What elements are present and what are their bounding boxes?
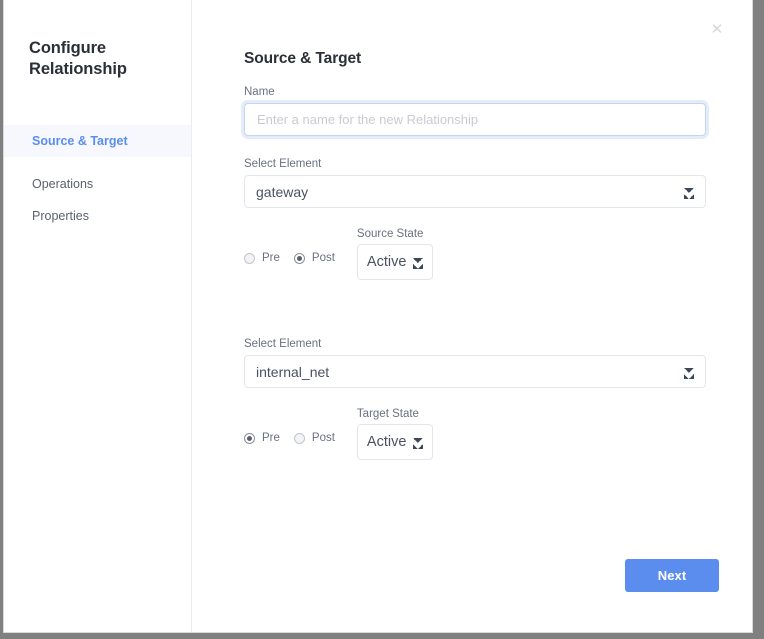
page-title: Source & Target bbox=[244, 50, 362, 67]
radio-circle-icon bbox=[293, 432, 305, 444]
source-element-label: Select Element bbox=[244, 158, 322, 170]
radio-circle-icon bbox=[293, 252, 305, 264]
target-state-label: Target State bbox=[356, 408, 419, 420]
relationship-form: Name Select Element gateway Pre bbox=[244, 86, 706, 460]
target-radio-pre-label: Pre bbox=[262, 432, 280, 444]
target-state-select[interactable]: Active bbox=[356, 424, 433, 460]
target-section: Select Element internal_net Pre Post Tar… bbox=[244, 338, 706, 460]
radio-circle-icon bbox=[244, 432, 255, 444]
target-radio-post[interactable]: Post bbox=[293, 432, 335, 444]
target-radio-pre[interactable]: Pre bbox=[244, 432, 280, 444]
sidebar-item-source-target[interactable]: Source & Target bbox=[4, 125, 191, 157]
target-element-label: Select Element bbox=[244, 338, 322, 350]
configure-relationship-modal: Configure Relationship Source & Target O… bbox=[4, 0, 752, 632]
source-element-select[interactable]: gateway bbox=[244, 175, 706, 208]
sidebar-title: Configure Relationship bbox=[29, 39, 127, 78]
target-state-row: Pre Post Target State Active bbox=[244, 408, 706, 460]
main-content: ✕ Source & Target Name Select Element ga… bbox=[192, 0, 752, 632]
source-prepost-radio-group: Pre Post bbox=[244, 240, 335, 280]
name-field-label: Name bbox=[244, 86, 275, 98]
next-button[interactable]: Next bbox=[625, 559, 719, 592]
source-state-select[interactable]: Active bbox=[356, 244, 433, 280]
target-state-block: Target State Active bbox=[356, 408, 433, 460]
source-section: Select Element gateway Pre Post Source S… bbox=[244, 158, 706, 280]
sidebar-nav: Source & Target Operations Properties bbox=[4, 125, 191, 232]
sidebar: Configure Relationship Source & Target O… bbox=[4, 0, 192, 632]
name-input[interactable] bbox=[244, 103, 706, 136]
radio-circle-icon bbox=[244, 252, 255, 264]
close-icon[interactable]: ✕ bbox=[709, 21, 725, 37]
sidebar-item-operations[interactable]: Operations bbox=[4, 168, 191, 200]
source-radio-post[interactable]: Post bbox=[293, 252, 335, 264]
source-radio-pre[interactable]: Pre bbox=[244, 252, 280, 264]
target-prepost-radio-group: Pre Post bbox=[244, 420, 335, 460]
source-state-label: Source State bbox=[356, 228, 424, 240]
source-radio-pre-label: Pre bbox=[262, 252, 280, 264]
source-state-row: Pre Post Source State Active bbox=[244, 228, 706, 280]
source-state-block: Source State Active bbox=[356, 228, 433, 280]
sidebar-item-properties[interactable]: Properties bbox=[4, 200, 191, 232]
target-radio-post-label: Post bbox=[311, 432, 335, 444]
sidebar-item-label: Source & Target bbox=[32, 134, 128, 148]
target-element-select[interactable]: internal_net bbox=[244, 355, 706, 388]
sidebar-item-label: Operations bbox=[32, 177, 94, 191]
source-radio-post-label: Post bbox=[311, 252, 335, 264]
sidebar-item-label: Properties bbox=[32, 209, 89, 223]
